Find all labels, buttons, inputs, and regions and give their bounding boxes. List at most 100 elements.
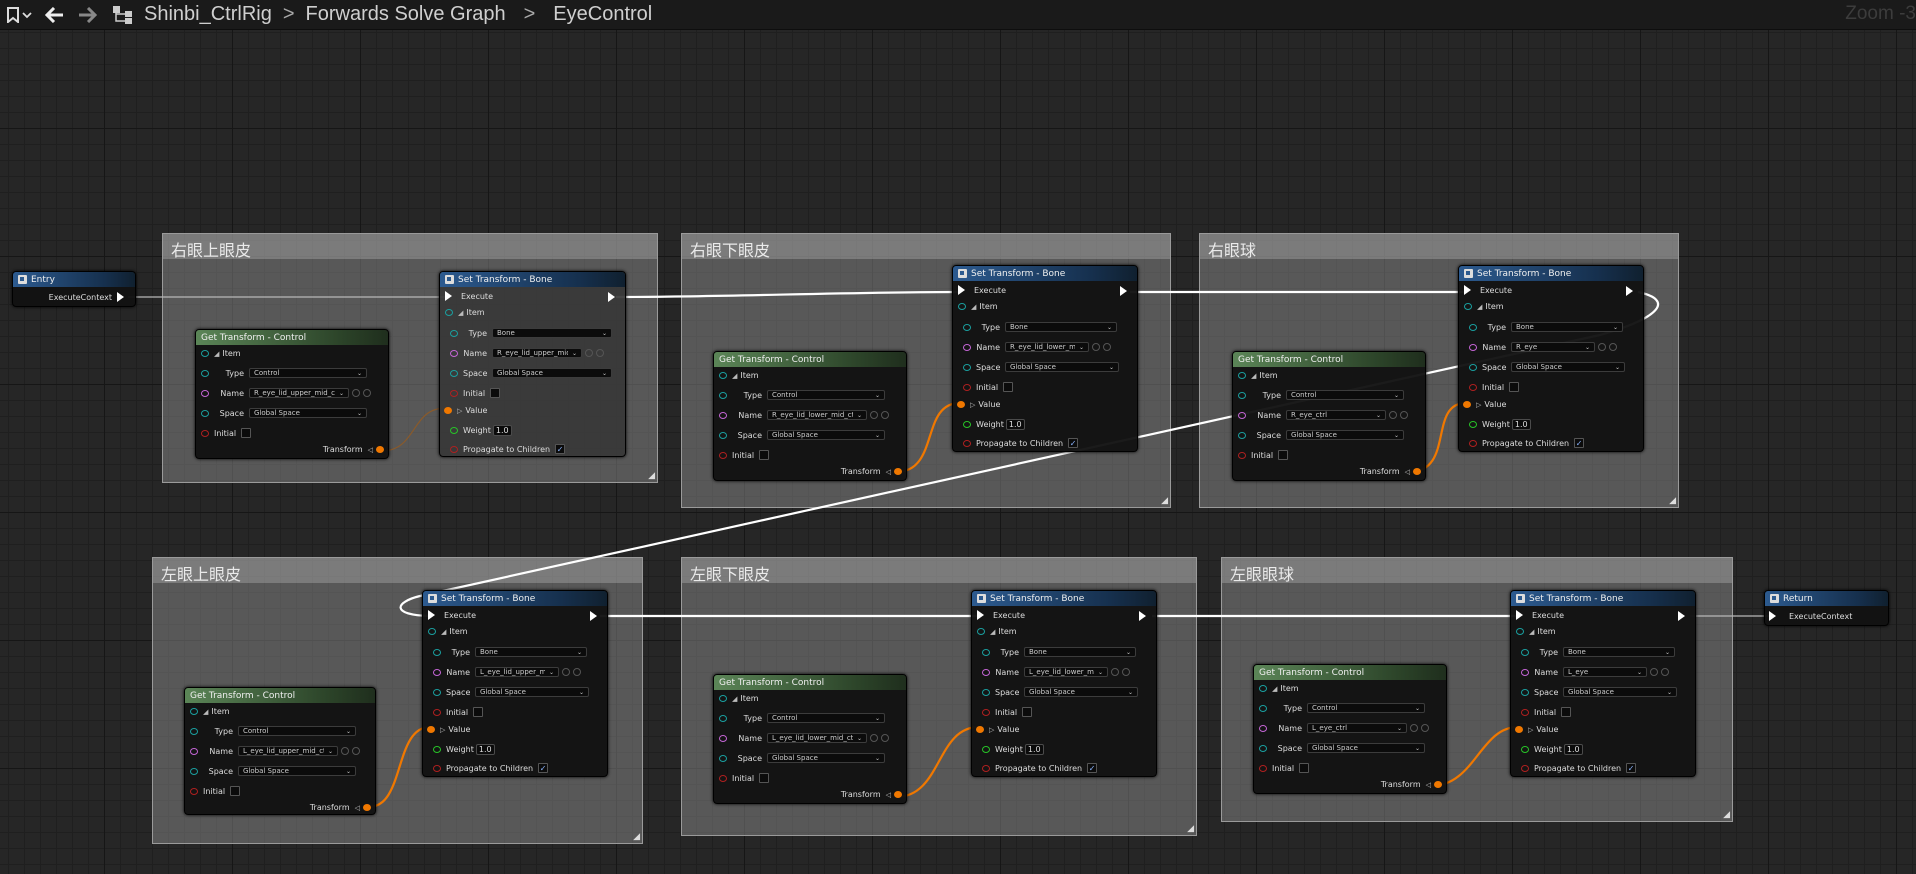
- enum-pin-icon[interactable]: [963, 363, 971, 371]
- transform-pin-icon[interactable]: [376, 446, 384, 453]
- node-header[interactable]: Set Transform - Bone: [1459, 266, 1643, 281]
- float-pin-icon[interactable]: [433, 746, 441, 753]
- propagate-checkbox[interactable]: ✓: [555, 444, 566, 454]
- entry-node[interactable]: Entry ExecuteContext: [12, 271, 136, 307]
- bool-pin-icon[interactable]: [982, 708, 990, 716]
- enum-pin-icon[interactable]: [982, 648, 990, 656]
- node-header[interactable]: Get Transform - Control: [714, 352, 906, 367]
- browse-icon[interactable]: [1092, 343, 1100, 351]
- expand-arrow-icon[interactable]: ◢: [971, 303, 976, 311]
- node-header[interactable]: Get Transform - Control: [1233, 352, 1425, 367]
- enum-pin-icon[interactable]: [982, 688, 990, 696]
- expand-arrow-icon[interactable]: ▷: [440, 726, 445, 734]
- back-arrow-icon[interactable]: [44, 1, 66, 29]
- type-dropdown[interactable]: Bone ⌄: [1005, 322, 1117, 332]
- propagate-checkbox[interactable]: ✓: [1087, 763, 1098, 773]
- resize-handle-icon[interactable]: ◢: [1187, 824, 1194, 834]
- get-transform-control-node[interactable]: Get Transform - Control ◢ Item Type Control ⌄…: [713, 351, 907, 481]
- bone-name-dropdown[interactable]: L_eye_lid_upper_mid⌄: [475, 667, 559, 677]
- float-pin-icon[interactable]: [1521, 746, 1529, 753]
- space-dropdown[interactable]: Global Space ⌄: [492, 368, 612, 378]
- node-header[interactable]: Set Transform - Bone: [440, 272, 625, 287]
- chevron-down-icon[interactable]: [22, 1, 32, 29]
- bool-pin-icon[interactable]: [719, 774, 727, 782]
- forward-arrow-icon[interactable]: [76, 1, 98, 29]
- browse-icon[interactable]: [1598, 343, 1606, 351]
- enum-pin-icon[interactable]: [1259, 704, 1267, 712]
- enum-pin-icon[interactable]: [1521, 648, 1529, 656]
- breadcrumb-item-function[interactable]: EyeControl: [553, 3, 652, 26]
- exec-pin-icon[interactable]: [977, 610, 984, 620]
- enum-pin-icon[interactable]: [719, 714, 727, 722]
- space-dropdown[interactable]: Global Space ⌄: [475, 687, 589, 697]
- expand-arrow-icon[interactable]: ◢: [203, 708, 208, 716]
- enum-pin-icon[interactable]: [190, 767, 198, 775]
- get-transform-control-node[interactable]: Get Transform - Control ◢ Item Type Control ⌄…: [195, 329, 389, 459]
- exec-pin-icon[interactable]: [958, 285, 965, 295]
- expand-arrow-icon[interactable]: ◢: [458, 309, 463, 317]
- browse-icon[interactable]: [562, 668, 570, 676]
- comment-title[interactable]: 右眼下眼皮: [682, 234, 1170, 260]
- bool-pin-icon[interactable]: [1469, 383, 1477, 391]
- control-name-dropdown[interactable]: R_eye_lid_upper_mid_ctrl ⌄: [249, 388, 349, 398]
- bool-pin-icon[interactable]: [190, 787, 198, 795]
- search-icon[interactable]: [1661, 668, 1669, 676]
- enum-pin-icon[interactable]: [1238, 431, 1246, 439]
- exec-pin-icon[interactable]: [428, 610, 435, 620]
- bone-name-dropdown[interactable]: L_eye ⌄: [1563, 667, 1647, 677]
- type-dropdown[interactable]: Bone ⌄: [475, 647, 587, 657]
- weight-input[interactable]: 1.0: [492, 425, 512, 436]
- enum-pin-icon[interactable]: [1469, 323, 1477, 331]
- bool-pin-icon[interactable]: [433, 708, 441, 716]
- expand-arrow-icon[interactable]: ◢: [441, 628, 446, 636]
- struct-pin-icon[interactable]: [719, 695, 727, 702]
- bool-pin-icon[interactable]: [433, 764, 441, 772]
- search-icon[interactable]: [1122, 668, 1130, 676]
- struct-pin-icon[interactable]: [201, 350, 209, 357]
- resize-handle-icon[interactable]: ◢: [648, 471, 655, 481]
- node-header[interactable]: Get Transform - Control: [714, 675, 906, 690]
- set-transform-bone-node[interactable]: Set Transform - Bone Execute ◢ Item Type Bone…: [422, 590, 608, 777]
- initial-checkbox[interactable]: [759, 450, 770, 460]
- expand-arrow-icon[interactable]: ◁: [368, 446, 373, 454]
- initial-checkbox[interactable]: [1003, 382, 1014, 392]
- control-name-dropdown[interactable]: L_eye_ctrl ⌄: [1307, 723, 1407, 733]
- search-icon[interactable]: [596, 349, 604, 357]
- float-pin-icon[interactable]: [982, 746, 990, 753]
- expand-arrow-icon[interactable]: ◁: [1405, 468, 1410, 476]
- name-pin-icon[interactable]: [450, 349, 458, 357]
- bool-pin-icon[interactable]: [963, 439, 971, 447]
- initial-checkbox[interactable]: [1022, 707, 1033, 717]
- exec-output-pin-icon[interactable]: [1139, 611, 1146, 621]
- propagate-checkbox[interactable]: ✓: [1068, 438, 1079, 448]
- search-icon[interactable]: [352, 747, 360, 755]
- type-dropdown[interactable]: Bone ⌄: [1563, 647, 1675, 657]
- expand-arrow-icon[interactable]: ◢: [990, 628, 995, 636]
- set-transform-bone-node[interactable]: Set Transform - Bone Execute ◢ Item Type Bone…: [971, 590, 1157, 777]
- float-pin-icon[interactable]: [450, 427, 458, 434]
- struct-pin-icon[interactable]: [190, 708, 198, 715]
- bone-name-dropdown[interactable]: R_eye ⌄: [1511, 342, 1595, 352]
- space-dropdown[interactable]: Global Space ⌄: [249, 408, 367, 418]
- space-dropdown[interactable]: Global Space ⌄: [1307, 743, 1425, 753]
- space-dropdown[interactable]: Global Space ⌄: [1024, 687, 1138, 697]
- expand-arrow-icon[interactable]: ◢: [1477, 303, 1482, 311]
- initial-checkbox[interactable]: [1561, 707, 1572, 717]
- bool-pin-icon[interactable]: [1469, 439, 1477, 447]
- node-header[interactable]: Set Transform - Bone: [1511, 591, 1695, 606]
- enum-pin-icon[interactable]: [719, 431, 727, 439]
- space-dropdown[interactable]: Global Space ⌄: [1563, 687, 1677, 697]
- struct-pin-icon[interactable]: [958, 303, 966, 310]
- struct-pin-icon[interactable]: [719, 372, 727, 379]
- browse-icon[interactable]: [352, 389, 360, 397]
- transform-pin-icon[interactable]: [976, 726, 984, 733]
- weight-input[interactable]: 1.0: [1511, 419, 1531, 430]
- enum-pin-icon[interactable]: [201, 369, 209, 377]
- expand-arrow-icon[interactable]: ▷: [1476, 401, 1481, 409]
- transform-pin-icon[interactable]: [1463, 401, 1471, 408]
- browse-icon[interactable]: [341, 747, 349, 755]
- enum-pin-icon[interactable]: [201, 409, 209, 417]
- type-dropdown[interactable]: Control ⌄: [249, 368, 367, 378]
- initial-checkbox[interactable]: [230, 786, 241, 796]
- bool-pin-icon[interactable]: [982, 764, 990, 772]
